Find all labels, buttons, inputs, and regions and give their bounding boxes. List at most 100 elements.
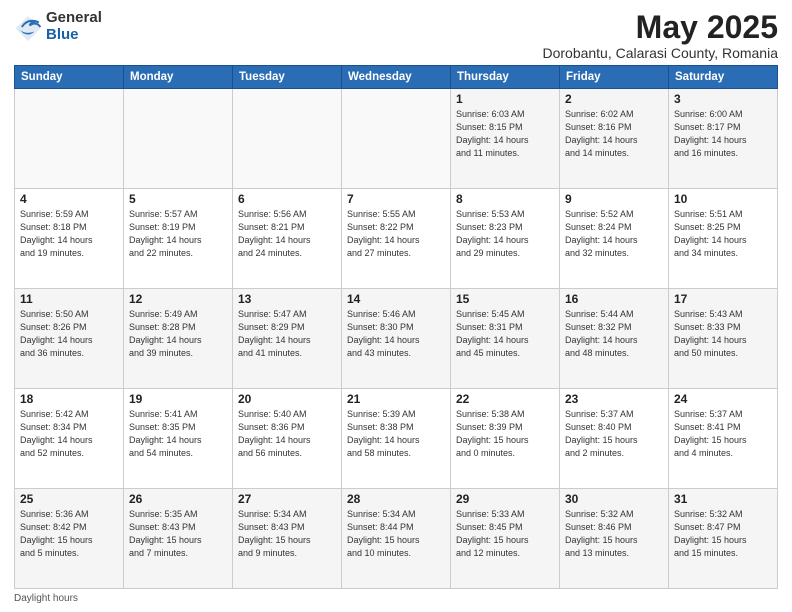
day-number: 9 [565,192,663,206]
day-number: 30 [565,492,663,506]
day-number: 29 [456,492,554,506]
calendar-cell: 31 Sunrise: 5:32 AM Sunset: 8:47 PM Dayli… [669,489,778,589]
logo-text: General Blue [46,10,102,43]
calendar-week-1: 1 Sunrise: 6:03 AM Sunset: 8:15 PM Daylig… [15,89,778,189]
calendar-cell [233,89,342,189]
day-number: 22 [456,392,554,406]
calendar-cell: 28 Sunrise: 5:34 AM Sunset: 8:44 PM Dayli… [342,489,451,589]
day-number: 27 [238,492,336,506]
logo-icon [14,13,42,41]
day-number: 17 [674,292,772,306]
day-number: 1 [456,92,554,106]
calendar-cell: 3 Sunrise: 6:00 AM Sunset: 8:17 PM Daylig… [669,89,778,189]
day-info: Sunrise: 5:34 AM Sunset: 8:44 PM Dayligh… [347,508,445,560]
calendar-cell: 20 Sunrise: 5:40 AM Sunset: 8:36 PM Dayli… [233,389,342,489]
calendar-header-row: SundayMondayTuesdayWednesdayThursdayFrid… [15,66,778,89]
day-number: 20 [238,392,336,406]
day-info: Sunrise: 6:02 AM Sunset: 8:16 PM Dayligh… [565,108,663,160]
calendar-cell [124,89,233,189]
calendar-cell [15,89,124,189]
logo-general-text: General [46,10,102,27]
calendar-cell: 11 Sunrise: 5:50 AM Sunset: 8:26 PM Dayli… [15,289,124,389]
day-number: 31 [674,492,772,506]
day-info: Sunrise: 5:50 AM Sunset: 8:26 PM Dayligh… [20,308,118,360]
day-info: Sunrise: 5:59 AM Sunset: 8:18 PM Dayligh… [20,208,118,260]
calendar-cell: 29 Sunrise: 5:33 AM Sunset: 8:45 PM Dayli… [451,489,560,589]
day-number: 15 [456,292,554,306]
day-number: 18 [20,392,118,406]
calendar-cell: 16Sunrise: 5:44 AM Sunset: 8:32 PM Dayli… [560,289,669,389]
footer-note: Daylight hours [14,593,778,604]
calendar-cell: 8Sunrise: 5:53 AM Sunset: 8:23 PM Daylig… [451,189,560,289]
calendar-cell: 14Sunrise: 5:46 AM Sunset: 8:30 PM Dayli… [342,289,451,389]
day-info: Sunrise: 5:42 AM Sunset: 8:34 PM Dayligh… [20,408,118,460]
day-info: Sunrise: 5:38 AM Sunset: 8:39 PM Dayligh… [456,408,554,460]
day-number: 13 [238,292,336,306]
calendar-cell: 25 Sunrise: 5:36 AM Sunset: 8:42 PM Dayli… [15,489,124,589]
day-info: Sunrise: 5:49 AM Sunset: 8:28 PM Dayligh… [129,308,227,360]
day-number: 25 [20,492,118,506]
day-number: 3 [674,92,772,106]
calendar-header-tuesday: Tuesday [233,66,342,89]
day-number: 24 [674,392,772,406]
day-info: Sunrise: 5:35 AM Sunset: 8:43 PM Dayligh… [129,508,227,560]
calendar-cell [342,89,451,189]
day-info: Sunrise: 5:46 AM Sunset: 8:30 PM Dayligh… [347,308,445,360]
calendar-header-saturday: Saturday [669,66,778,89]
day-number: 11 [20,292,118,306]
calendar-cell: 23Sunrise: 5:37 AM Sunset: 8:40 PM Dayli… [560,389,669,489]
logo: General Blue [14,10,102,43]
title-block: May 2025 Dorobantu, Calarasi County, Rom… [542,10,778,61]
calendar-cell: 10 Sunrise: 5:51 AM Sunset: 8:25 PM Dayli… [669,189,778,289]
day-info: Sunrise: 5:51 AM Sunset: 8:25 PM Dayligh… [674,208,772,260]
page: General Blue May 2025 Dorobantu, Calaras… [0,0,792,612]
day-info: Sunrise: 5:32 AM Sunset: 8:47 PM Dayligh… [674,508,772,560]
day-info: Sunrise: 5:40 AM Sunset: 8:36 PM Dayligh… [238,408,336,460]
calendar-cell: 12 Sunrise: 5:49 AM Sunset: 8:28 PM Dayli… [124,289,233,389]
calendar-cell: 7Sunrise: 5:55 AM Sunset: 8:22 PM Daylig… [342,189,451,289]
day-info: Sunrise: 5:57 AM Sunset: 8:19 PM Dayligh… [129,208,227,260]
calendar-week-3: 11 Sunrise: 5:50 AM Sunset: 8:26 PM Dayli… [15,289,778,389]
day-info: Sunrise: 5:36 AM Sunset: 8:42 PM Dayligh… [20,508,118,560]
calendar-cell: 13 Sunrise: 5:47 AM Sunset: 8:29 PM Dayli… [233,289,342,389]
calendar-cell: 17 Sunrise: 5:43 AM Sunset: 8:33 PM Dayli… [669,289,778,389]
day-number: 26 [129,492,227,506]
calendar-header-monday: Monday [124,66,233,89]
logo-blue-text: Blue [46,27,102,44]
day-info: Sunrise: 6:00 AM Sunset: 8:17 PM Dayligh… [674,108,772,160]
day-info: Sunrise: 5:33 AM Sunset: 8:45 PM Dayligh… [456,508,554,560]
header: General Blue May 2025 Dorobantu, Calaras… [14,10,778,61]
calendar-cell: 18 Sunrise: 5:42 AM Sunset: 8:34 PM Dayli… [15,389,124,489]
calendar-week-2: 4 Sunrise: 5:59 AM Sunset: 8:18 PM Daylig… [15,189,778,289]
day-info: Sunrise: 5:47 AM Sunset: 8:29 PM Dayligh… [238,308,336,360]
day-info: Sunrise: 5:43 AM Sunset: 8:33 PM Dayligh… [674,308,772,360]
calendar-week-5: 25 Sunrise: 5:36 AM Sunset: 8:42 PM Dayli… [15,489,778,589]
calendar-cell: 30 Sunrise: 5:32 AM Sunset: 8:46 PM Dayli… [560,489,669,589]
day-number: 23 [565,392,663,406]
calendar-cell: 6Sunrise: 5:56 AM Sunset: 8:21 PM Daylig… [233,189,342,289]
calendar-cell: 22 Sunrise: 5:38 AM Sunset: 8:39 PM Dayli… [451,389,560,489]
calendar-header-wednesday: Wednesday [342,66,451,89]
day-number: 12 [129,292,227,306]
day-number: 6 [238,192,336,206]
day-number: 7 [347,192,445,206]
title-month: May 2025 [542,10,778,45]
day-number: 28 [347,492,445,506]
day-info: Sunrise: 5:45 AM Sunset: 8:31 PM Dayligh… [456,308,554,360]
day-info: Sunrise: 5:39 AM Sunset: 8:38 PM Dayligh… [347,408,445,460]
calendar-header-thursday: Thursday [451,66,560,89]
day-info: Sunrise: 5:32 AM Sunset: 8:46 PM Dayligh… [565,508,663,560]
day-number: 10 [674,192,772,206]
day-info: Sunrise: 6:03 AM Sunset: 8:15 PM Dayligh… [456,108,554,160]
calendar-cell: 21Sunrise: 5:39 AM Sunset: 8:38 PM Dayli… [342,389,451,489]
day-info: Sunrise: 5:41 AM Sunset: 8:35 PM Dayligh… [129,408,227,460]
day-number: 19 [129,392,227,406]
calendar-week-4: 18 Sunrise: 5:42 AM Sunset: 8:34 PM Dayli… [15,389,778,489]
day-info: Sunrise: 5:44 AM Sunset: 8:32 PM Dayligh… [565,308,663,360]
day-number: 4 [20,192,118,206]
day-info: Sunrise: 5:37 AM Sunset: 8:41 PM Dayligh… [674,408,772,460]
calendar-cell: 27Sunrise: 5:34 AM Sunset: 8:43 PM Dayli… [233,489,342,589]
calendar-cell: 1 Sunrise: 6:03 AM Sunset: 8:15 PM Daylig… [451,89,560,189]
day-number: 5 [129,192,227,206]
calendar-cell: 15 Sunrise: 5:45 AM Sunset: 8:31 PM Dayli… [451,289,560,389]
